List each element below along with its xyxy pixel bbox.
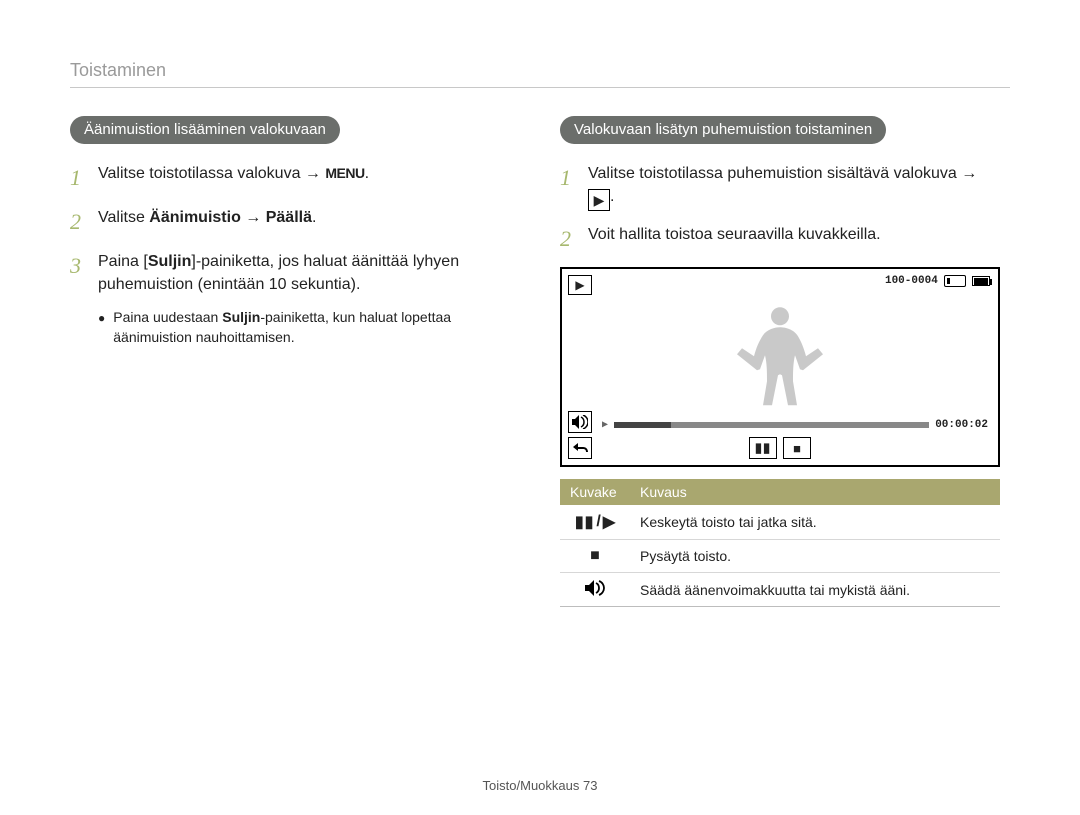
left-steps: 1 Valitse toistotilassa valokuva → MENU.… [70,162,520,296]
pause-icon: ▮▮ [749,437,777,459]
step-number: 2 [560,223,578,255]
left-bullet: ● Paina uudestaan Suljin-painiketta, kun… [98,308,520,347]
volume-icon [585,580,605,596]
elapsed-time: 00:00:02 [935,419,988,431]
icon-cell [560,573,630,607]
device-status-bar: 100-0004 [885,275,990,287]
volume-icon [568,411,592,433]
icon-cell: ▮▮/▶ [560,505,630,540]
left-column: Äänimuistion lisääminen valokuvaan 1 Val… [70,116,520,607]
sd-card-icon [944,275,966,287]
right-step-1: 1 Valitse toistotilassa puhemuistion sis… [560,162,1010,211]
progress-play-icon: ▶ [602,419,608,431]
th-icon: Kuvake [560,479,630,505]
battery-icon [972,276,990,286]
subsection-pill-left: Äänimuistion lisääminen valokuvaan [70,116,340,144]
stop-icon: ■ [590,547,600,565]
menu-icon: MENU [325,163,364,183]
image-counter: 100-0004 [885,275,938,287]
right-steps: 1 Valitse toistotilassa puhemuistion sis… [560,162,1010,255]
page-footer: Toisto/Muokkaus 73 [0,778,1080,793]
device-screenshot: ▶ 100-0004 [560,267,1000,467]
bullet-text: Paina uudestaan Suljin-painiketta, kun h… [113,308,520,347]
pause-play-icon: ▮▮/▶ [575,512,615,532]
playback-controls: ▮▮ ■ [562,437,998,459]
desc-cell: Keskeytä toisto tai jatka sitä. [630,505,1000,540]
section-title: Toistaminen [70,60,1010,81]
table-row: ■ Pysäytä toisto. [560,540,1000,573]
right-step-2: 2 Voit hallita toistoa seuraavilla kuvak… [560,223,1010,255]
step-text: Valitse Äänimuistio → Päällä. [98,206,520,238]
step-text: Valitse toistotilassa puhemuistion sisäl… [588,162,1010,211]
progress-bar: ▶ 00:00:02 [602,419,988,431]
left-step-3: 3 Paina [Suljin]-painiketta, jos haluat … [70,250,520,296]
desc-cell: Säädä äänenvoimakkuutta tai mykistä ääni… [630,573,1000,607]
photo-preview [735,299,825,409]
step-text: Paina [Suljin]-painiketta, jos haluat ää… [98,250,520,296]
table-row: Säädä äänenvoimakkuutta tai mykistä ääni… [560,573,1000,607]
icon-table: Kuvake Kuvaus ▮▮/▶ Keskeytä toisto tai j… [560,479,1000,607]
stop-icon: ■ [783,437,811,459]
progress-track [614,422,929,428]
step-text: Valitse toistotilassa valokuva → MENU. [98,162,520,194]
step-number: 2 [70,206,88,238]
table-row: ▮▮/▶ Keskeytä toisto tai jatka sitä. [560,505,1000,540]
play-icon: ▶ [588,189,610,211]
desc-cell: Pysäytä toisto. [630,540,1000,573]
step-number: 1 [560,162,578,211]
icon-cell: ■ [560,540,630,573]
divider [70,87,1010,88]
step-text: Voit hallita toistoa seuraavilla kuvakke… [588,223,1010,255]
right-column: Valokuvaan lisätyn puhemuistion toistami… [560,116,1010,607]
left-step-2: 2 Valitse Äänimuistio → Päällä. [70,206,520,238]
playback-mode-icon: ▶ [568,275,592,295]
silhouette-icon [735,299,825,409]
bullet-dot: ● [98,308,105,347]
subsection-pill-right: Valokuvaan lisätyn puhemuistion toistami… [560,116,886,144]
th-desc: Kuvaus [630,479,1000,505]
left-step-1: 1 Valitse toistotilassa valokuva → MENU. [70,162,520,194]
step-number: 3 [70,250,88,296]
step-number: 1 [70,162,88,194]
